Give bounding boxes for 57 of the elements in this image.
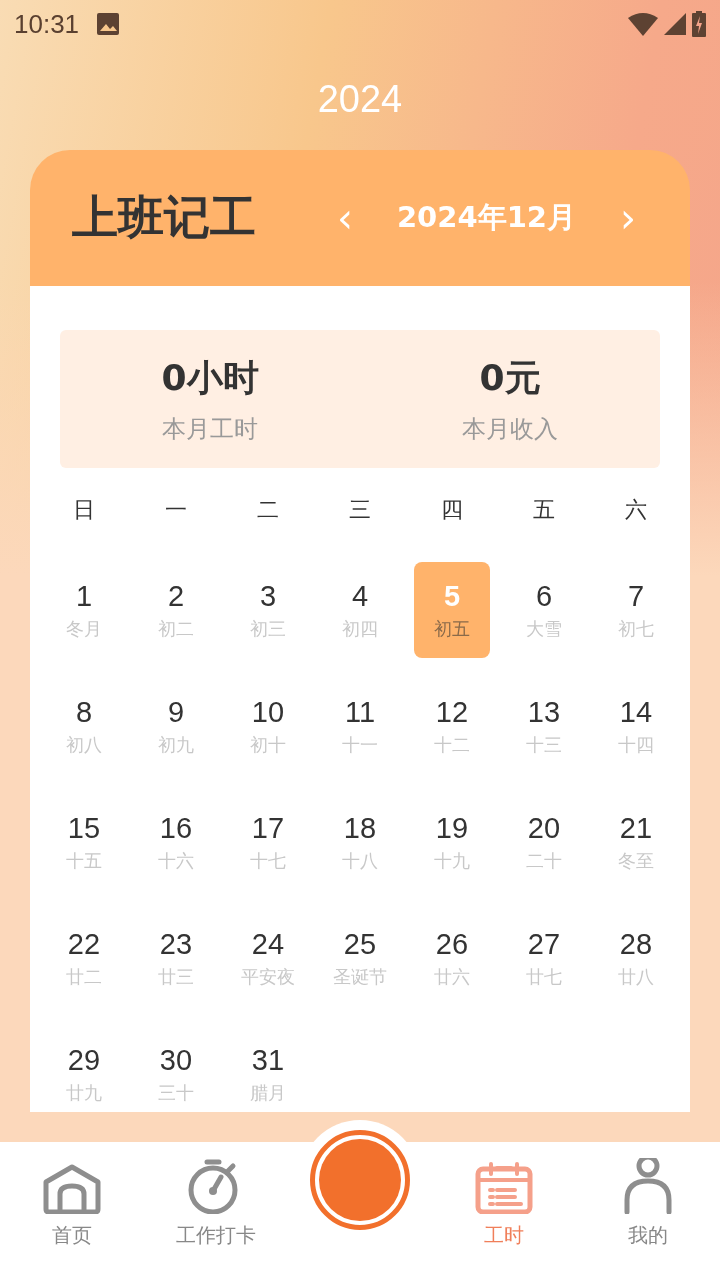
day-number: 31 [251, 1043, 285, 1077]
day-number: 5 [443, 579, 461, 613]
day-number: 30 [159, 1043, 193, 1077]
day-number: 1 [75, 579, 93, 613]
day-number: 13 [527, 695, 561, 729]
day-number: 10 [251, 695, 285, 729]
day-number: 14 [619, 695, 653, 729]
day-number: 20 [527, 811, 561, 845]
summary-label: 本月工时 [162, 413, 258, 445]
nav-tab[interactable]: 首页 [0, 1142, 144, 1280]
day-number: 17 [251, 811, 285, 845]
summary-label: 本月收入 [462, 413, 558, 445]
month-label: 2024年12月 [396, 199, 576, 236]
nav-tab[interactable]: 我的 [576, 1142, 720, 1280]
lunar-date: 初五 [434, 616, 470, 641]
card-title: 上班记工 [72, 189, 257, 246]
image-icon [97, 13, 120, 35]
day-number: 24 [251, 927, 285, 961]
person-icon [623, 1158, 673, 1214]
day-number: 18 [343, 811, 377, 845]
day-number: 15 [67, 811, 101, 845]
day-number: 12 [435, 695, 469, 729]
day-number: 3 [259, 579, 277, 613]
day-number: 2 [167, 579, 185, 613]
weekday-label: 二 [256, 496, 280, 524]
home-icon [42, 1164, 102, 1214]
day-number: 21 [619, 811, 653, 845]
weekday-label: 三 [348, 496, 372, 524]
day-number: 9 [167, 695, 185, 729]
weekday-label: 六 [624, 496, 648, 524]
battery-charging-icon [692, 11, 706, 37]
day-number: 23 [159, 927, 193, 961]
day-number: 19 [435, 811, 469, 845]
day-number: 25 [343, 927, 377, 961]
year-title: 2024 [317, 77, 403, 121]
signal-icon [664, 13, 686, 35]
day-number: 26 [435, 927, 469, 961]
weekday-label: 五 [532, 496, 556, 524]
wifi-icon [628, 12, 658, 36]
day-number: 7 [627, 579, 645, 613]
weekday-label: 一 [164, 496, 188, 524]
day-number: 29 [67, 1043, 101, 1077]
day-number: 4 [351, 579, 369, 613]
weekday-label: 日 [72, 496, 96, 524]
calendar-icon [475, 1162, 533, 1214]
nav-tab[interactable]: 工作打卡 [144, 1142, 288, 1280]
day-number: 28 [619, 927, 653, 961]
status-time: 10:31 [14, 8, 80, 40]
day-number: 16 [159, 811, 193, 845]
weekday-label: 四 [440, 496, 464, 524]
day-number: 11 [344, 695, 376, 729]
summary-value: 0小时 [161, 355, 259, 400]
day-number: 22 [67, 927, 101, 961]
day-number: 8 [75, 695, 93, 729]
summary-value: 0元 [479, 355, 541, 400]
day-number: 27 [527, 927, 561, 961]
day-number: 6 [535, 579, 553, 613]
